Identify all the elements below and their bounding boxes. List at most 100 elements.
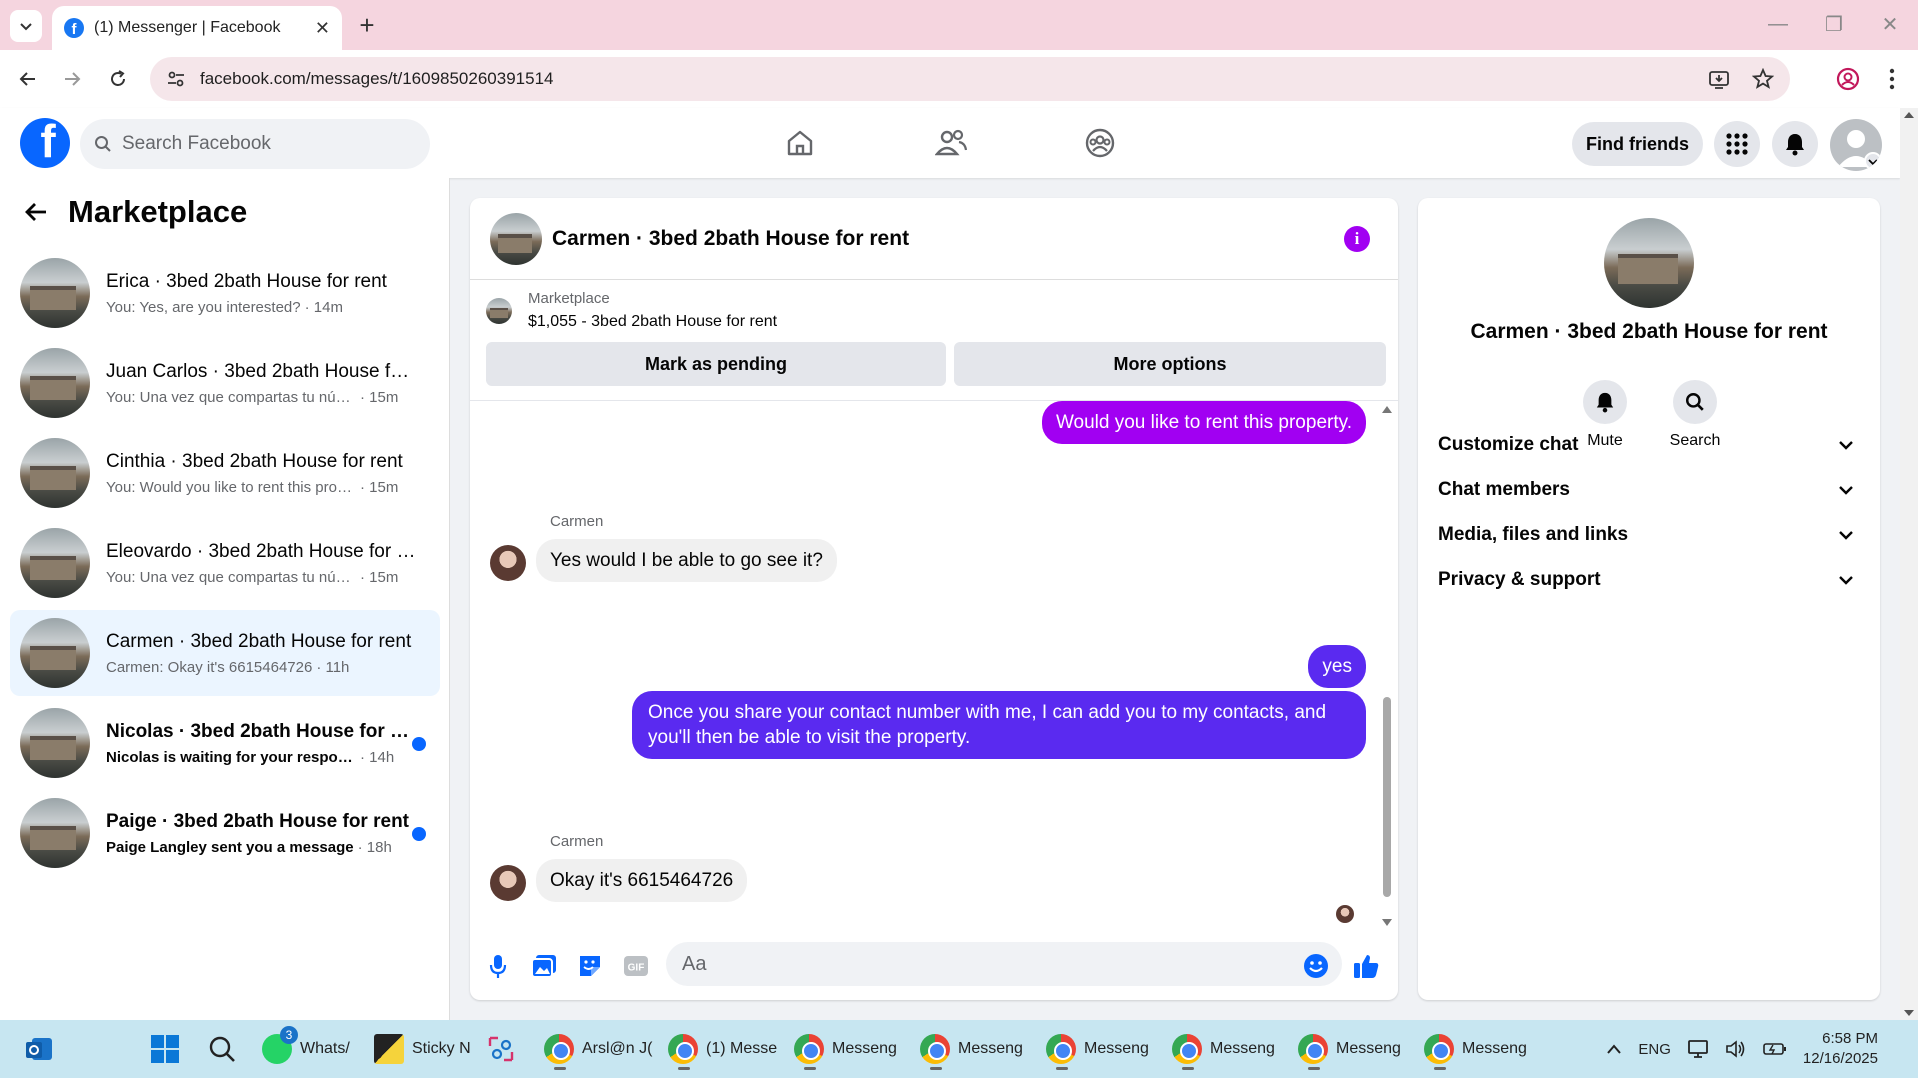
chrome-taskbar-item[interactable]: Arsl@n J( (544, 1029, 652, 1070)
mark-as-pending-button[interactable]: Mark as pending (486, 342, 946, 386)
restore-button[interactable]: ❐ (1814, 8, 1854, 40)
chat-title[interactable]: Carmen · 3bed 2bath House for rent (552, 227, 909, 251)
new-tab-button[interactable]: + (350, 8, 384, 42)
chrome-taskbar-item[interactable]: Messeng (1172, 1029, 1275, 1070)
message-input[interactable] (666, 942, 1342, 986)
tab-search-button[interactable] (10, 10, 42, 42)
forward-button[interactable] (56, 63, 88, 95)
conversation-item[interactable]: Paige · 3bed 2bath House for rent Paige L… (10, 790, 440, 876)
taskbar-item-label: (1) Messe (706, 1040, 778, 1057)
conversation-time: · 15m (360, 568, 399, 586)
listing-summary[interactable]: Marketplace $1,055 - 3bed 2bath House fo… (486, 290, 777, 331)
nav-friends[interactable] (921, 120, 981, 166)
account-avatar[interactable] (1830, 119, 1882, 171)
carmen-avatar[interactable] (490, 865, 526, 901)
gif-icon[interactable]: GIF (622, 952, 650, 980)
facebook-logo[interactable]: f (20, 118, 70, 168)
carmen-avatar[interactable] (490, 545, 526, 581)
address-bar[interactable]: facebook.com/messages/t/1609850260391514 (150, 57, 1790, 101)
chrome-taskbar-item[interactable]: Messeng (794, 1029, 897, 1070)
taskbar-item-label: Messeng (1462, 1040, 1527, 1057)
conversation-name: Cinthia · 3bed 2bath House for rent (106, 450, 403, 472)
bookmark-star-icon[interactable] (1752, 68, 1774, 90)
facebook-favicon-icon: f (64, 18, 84, 38)
nav-groups[interactable] (1070, 120, 1130, 166)
message-scrollbar[interactable] (1380, 401, 1394, 931)
network-icon[interactable] (1687, 1039, 1709, 1059)
microphone-icon[interactable] (484, 952, 512, 980)
chrome-taskbar-item[interactable]: (1) Messe (668, 1029, 778, 1070)
sticker-icon[interactable] (576, 952, 604, 980)
tab-close-icon[interactable]: ✕ (315, 18, 330, 39)
outlook-taskbar-item[interactable] (24, 1029, 54, 1069)
conversation-item[interactable]: Cinthia · 3bed 2bath House for rent You: … (10, 430, 440, 516)
info-icon[interactable]: i (1344, 226, 1370, 252)
conversation-item[interactable]: Juan Carlos · 3bed 2bath House for rent Y… (10, 340, 440, 426)
profile-button[interactable] (1832, 63, 1864, 95)
whatsapp-taskbar-item[interactable]: 3 Whats/ (262, 1026, 350, 1069)
conversation-name: Eleovardo · 3bed 2bath House for rent (106, 540, 416, 562)
message-bubble-incoming[interactable]: Yes would I be able to go see it? (536, 539, 837, 582)
battery-icon[interactable] (1763, 1041, 1787, 1057)
browser-tabstrip: f (1) Messenger | Facebook ✕ + — ❐ ✕ (0, 0, 1918, 50)
install-app-icon[interactable] (1708, 68, 1730, 90)
system-tray: ENG 6:58 PM 12/16/2025 (1606, 1020, 1918, 1078)
like-icon[interactable] (1352, 952, 1380, 980)
tab-title: (1) Messenger | Facebook (94, 19, 281, 36)
menu-button[interactable] (1714, 121, 1760, 167)
notifications-button[interactable] (1772, 121, 1818, 167)
chat-thumbnail[interactable] (490, 212, 542, 265)
chrome-taskbar-item[interactable]: Messeng (1298, 1029, 1401, 1070)
chevron-down-icon (1839, 441, 1853, 450)
conversation-time: · 14h (360, 748, 395, 766)
chrome-icon (668, 1034, 698, 1070)
back-arrow-icon[interactable] (24, 201, 48, 223)
chrome-taskbar-item[interactable]: Messeng (1046, 1029, 1149, 1070)
conversation-item[interactable]: Eleovardo · 3bed 2bath House for rent You… (10, 520, 440, 606)
back-button[interactable] (12, 63, 44, 95)
facebook-search-input[interactable] (122, 133, 402, 155)
browser-tab-messenger[interactable]: f (1) Messenger | Facebook ✕ (52, 6, 342, 50)
conversation-item[interactable]: Carmen · 3bed 2bath House for rent Carmen… (10, 610, 440, 696)
url-text[interactable]: facebook.com/messages/t/1609850260391514 (200, 69, 1708, 89)
conversation-item[interactable]: Erica · 3bed 2bath House for rent You: Ye… (10, 250, 440, 336)
snipping-tool-taskbar-item[interactable] (486, 1029, 516, 1069)
more-options-button[interactable]: More options (954, 342, 1386, 386)
taskbar-search-button[interactable] (208, 1029, 236, 1069)
chevron-down-icon (1839, 486, 1853, 495)
details-section-row[interactable]: Media, files and links (1428, 510, 1868, 560)
conversation-time: · 14m (304, 298, 343, 316)
reload-button[interactable] (102, 63, 134, 95)
sticky-notes-taskbar-item[interactable]: Sticky N (374, 1029, 471, 1069)
taskbar-item-label: Messeng (1084, 1040, 1149, 1057)
chrome-taskbar-item[interactable]: Messeng (920, 1029, 1023, 1070)
page-scrollbar[interactable] (1900, 108, 1918, 1020)
start-button[interactable] (150, 1029, 180, 1069)
find-friends-button[interactable]: Find friends (1572, 122, 1703, 166)
facebook-search[interactable] (80, 119, 430, 169)
minimize-button[interactable]: — (1758, 8, 1798, 40)
site-settings-icon[interactable] (166, 69, 186, 89)
close-window-button[interactable]: ✕ (1870, 8, 1910, 40)
clock[interactable]: 6:58 PM 12/16/2025 (1803, 1029, 1878, 1069)
message-bubble-incoming[interactable]: Okay it's 6615464726 (536, 859, 748, 902)
conversation-item[interactable]: Nicolas · 3bed 2bath House for rent Nicol… (10, 700, 440, 786)
conversation-preview: Carmen: Okay it's 6615464726 (106, 658, 313, 676)
emoji-icon[interactable] (1302, 952, 1330, 980)
photo-icon[interactable] (530, 952, 558, 980)
language-indicator[interactable]: ENG (1638, 1041, 1671, 1058)
details-section-row[interactable]: Customize chat (1428, 420, 1868, 470)
chevron-up-icon[interactable] (1606, 1043, 1622, 1055)
message-bubble-outgoing[interactable]: yes (1308, 645, 1366, 688)
message-bubble-outgoing[interactable]: Would you like to rent this property. (1041, 401, 1366, 444)
scrollbar-thumb[interactable] (1383, 697, 1391, 897)
message-bubble-outgoing[interactable]: Once you share your contact number with … (632, 691, 1366, 759)
details-section-row[interactable]: Privacy & support (1428, 555, 1868, 605)
chrome-taskbar-item[interactable]: Messeng (1424, 1029, 1527, 1070)
details-section-row[interactable]: Chat members (1428, 465, 1868, 515)
nav-home[interactable] (770, 120, 830, 166)
volume-icon[interactable] (1725, 1039, 1747, 1059)
details-thumbnail[interactable] (1604, 218, 1694, 308)
browser-menu-button[interactable] (1876, 63, 1908, 95)
details-section-label: Media, files and links (1438, 524, 1629, 545)
